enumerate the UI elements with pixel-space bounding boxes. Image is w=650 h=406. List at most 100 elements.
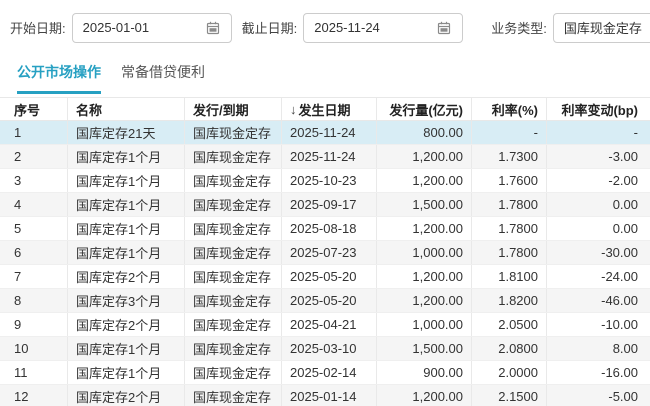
column-header[interactable]: 发行/到期 — [185, 98, 282, 120]
table-cell: 2025-02-14 — [282, 361, 377, 384]
table-cell: -3.00 — [547, 145, 650, 168]
table-cell: 国库现金定存 — [185, 241, 282, 264]
end-date-input[interactable]: 2025-11-24 — [303, 13, 463, 43]
table-cell: 2.0800 — [472, 337, 547, 360]
table-row[interactable]: 12国库定存2个月国库现金定存2025-01-141,200.002.1500-… — [0, 385, 650, 406]
table-cell: 国库现金定存 — [185, 121, 282, 144]
table-cell: 1.7800 — [472, 217, 547, 240]
table-cell: 国库定存2个月 — [68, 265, 185, 288]
column-header[interactable]: ↓发生日期 — [282, 98, 377, 120]
table-cell: 国库现金定存 — [185, 145, 282, 168]
table-cell: -10.00 — [547, 313, 650, 336]
tab-standing-lending-facility[interactable]: 常备借贷便利 — [121, 56, 205, 94]
table-cell: 2025-07-23 — [282, 241, 377, 264]
table-cell: 900.00 — [377, 361, 472, 384]
table-cell: 国库现金定存 — [185, 289, 282, 312]
start-date-label: 开始日期: — [10, 18, 66, 37]
table-row[interactable]: 7国库定存2个月国库现金定存2025-05-201,200.001.8100-2… — [0, 265, 650, 289]
column-header[interactable]: 利率变动(bp) — [547, 98, 650, 120]
table-cell: 2025-04-21 — [282, 313, 377, 336]
table-cell: 11 — [0, 361, 68, 384]
table-cell: 国库现金定存 — [185, 337, 282, 360]
table-cell: 2025-01-14 — [282, 385, 377, 406]
start-date-input[interactable]: 2025-01-01 — [72, 13, 232, 43]
table-cell: 国库定存3个月 — [68, 289, 185, 312]
table-cell: 国库现金定存 — [185, 265, 282, 288]
calendar-icon — [436, 20, 452, 36]
table-cell: 1,200.00 — [377, 385, 472, 406]
tab-bar: 公开市场操作 常备借贷便利 — [0, 55, 650, 94]
table-row[interactable]: 3国库定存1个月国库现金定存2025-10-231,200.001.7600-2… — [0, 169, 650, 193]
table-cell: -16.00 — [547, 361, 650, 384]
table-body: 1国库定存21天国库现金定存2025-11-24800.00--2国库定存1个月… — [0, 121, 650, 406]
table-cell: 800.00 — [377, 121, 472, 144]
table-cell: 3 — [0, 169, 68, 192]
table-cell: 国库定存2个月 — [68, 313, 185, 336]
table-cell: 4 — [0, 193, 68, 216]
table-header-row: 序号名称发行/到期↓发生日期发行量(亿元)利率(%)利率变动(bp) — [0, 98, 650, 121]
table-cell: 1.8100 — [472, 265, 547, 288]
table-cell: 7 — [0, 265, 68, 288]
table-row[interactable]: 9国库定存2个月国库现金定存2025-04-211,000.002.0500-1… — [0, 313, 650, 337]
table-cell: 1,000.00 — [377, 313, 472, 336]
table-cell: 国库定存1个月 — [68, 169, 185, 192]
table-cell: 8.00 — [547, 337, 650, 360]
column-header[interactable]: 发行量(亿元) — [377, 98, 472, 120]
column-header[interactable]: 序号 — [0, 98, 68, 120]
table-row[interactable]: 1国库定存21天国库现金定存2025-11-24800.00-- — [0, 121, 650, 145]
table-cell: 1,200.00 — [377, 145, 472, 168]
filter-bar: 开始日期: 2025-01-01 截止日期: 2025-11-24 业务类型: … — [0, 0, 650, 55]
table-cell: 6 — [0, 241, 68, 264]
table-cell: 国库现金定存 — [185, 361, 282, 384]
table-cell: 2 — [0, 145, 68, 168]
table-cell: 1,000.00 — [377, 241, 472, 264]
business-type-label: 业务类型: — [491, 18, 547, 37]
table-cell: 1 — [0, 121, 68, 144]
table-row[interactable]: 5国库定存1个月国库现金定存2025-08-181,200.001.78000.… — [0, 217, 650, 241]
start-date-value: 2025-01-01 — [83, 20, 205, 35]
table-row[interactable]: 4国库定存1个月国库现金定存2025-09-171,500.001.78000.… — [0, 193, 650, 217]
sort-desc-icon: ↓ — [290, 102, 297, 117]
table-cell: 2.0500 — [472, 313, 547, 336]
operations-table: 序号名称发行/到期↓发生日期发行量(亿元)利率(%)利率变动(bp) 1 国库定存… — [0, 97, 650, 406]
table-cell: 国库定存1个月 — [68, 337, 185, 360]
table-cell: 0.00 — [547, 217, 650, 240]
table-cell: -24.00 — [547, 265, 650, 288]
table-row[interactable]: 11国库定存1个月国库现金定存2025-02-14900.002.0000-16… — [0, 361, 650, 385]
table-cell: 10 — [0, 337, 68, 360]
table-cell: 2025-05-20 — [282, 265, 377, 288]
table-cell: 1.7600 — [472, 169, 547, 192]
column-header[interactable]: 名称 — [68, 98, 185, 120]
table-cell: 国库定存1个月 — [68, 193, 185, 216]
table-cell: 12 — [0, 385, 68, 406]
table-cell: 1,500.00 — [377, 193, 472, 216]
column-header[interactable]: 利率(%) — [472, 98, 547, 120]
table-cell: 国库定存1个月 — [68, 361, 185, 384]
table-row[interactable]: 2国库定存1个月国库现金定存2025-11-241,200.001.7300-3… — [0, 145, 650, 169]
table-cell: 1.8200 — [472, 289, 547, 312]
table-cell: 5 — [0, 217, 68, 240]
table-row[interactable]: 8国库定存3个月国库现金定存2025-05-201,200.001.8200-4… — [0, 289, 650, 313]
table-cell: 2025-11-24 — [282, 145, 377, 168]
table-cell: 2025-11-24 — [282, 121, 377, 144]
business-type-select[interactable]: 国库现金定存 — [553, 13, 650, 43]
table-cell: 2025-03-10 — [282, 337, 377, 360]
table-cell: 2025-05-20 — [282, 289, 377, 312]
table-cell: -2.00 — [547, 169, 650, 192]
tab-open-market-operations[interactable]: 公开市场操作 — [17, 56, 101, 94]
table-row[interactable]: 10国库定存1个月国库现金定存2025-03-101,500.002.08008… — [0, 337, 650, 361]
table-row[interactable]: 6国库定存1个月国库现金定存2025-07-231,000.001.7800-3… — [0, 241, 650, 265]
table-cell: 9 — [0, 313, 68, 336]
table-cell: 2.1500 — [472, 385, 547, 406]
table-cell: 1,500.00 — [377, 337, 472, 360]
table-cell: 0.00 — [547, 193, 650, 216]
table-cell: -5.00 — [547, 385, 650, 406]
table-cell: 1,200.00 — [377, 265, 472, 288]
table-cell: 2025-10-23 — [282, 169, 377, 192]
table-cell: 1,200.00 — [377, 169, 472, 192]
end-date-label: 截止日期: — [242, 18, 298, 37]
table-cell: 国库定存2个月 — [68, 385, 185, 406]
table-cell: - — [472, 121, 547, 144]
table-cell: 国库现金定存 — [185, 385, 282, 406]
table-cell: 2025-08-18 — [282, 217, 377, 240]
